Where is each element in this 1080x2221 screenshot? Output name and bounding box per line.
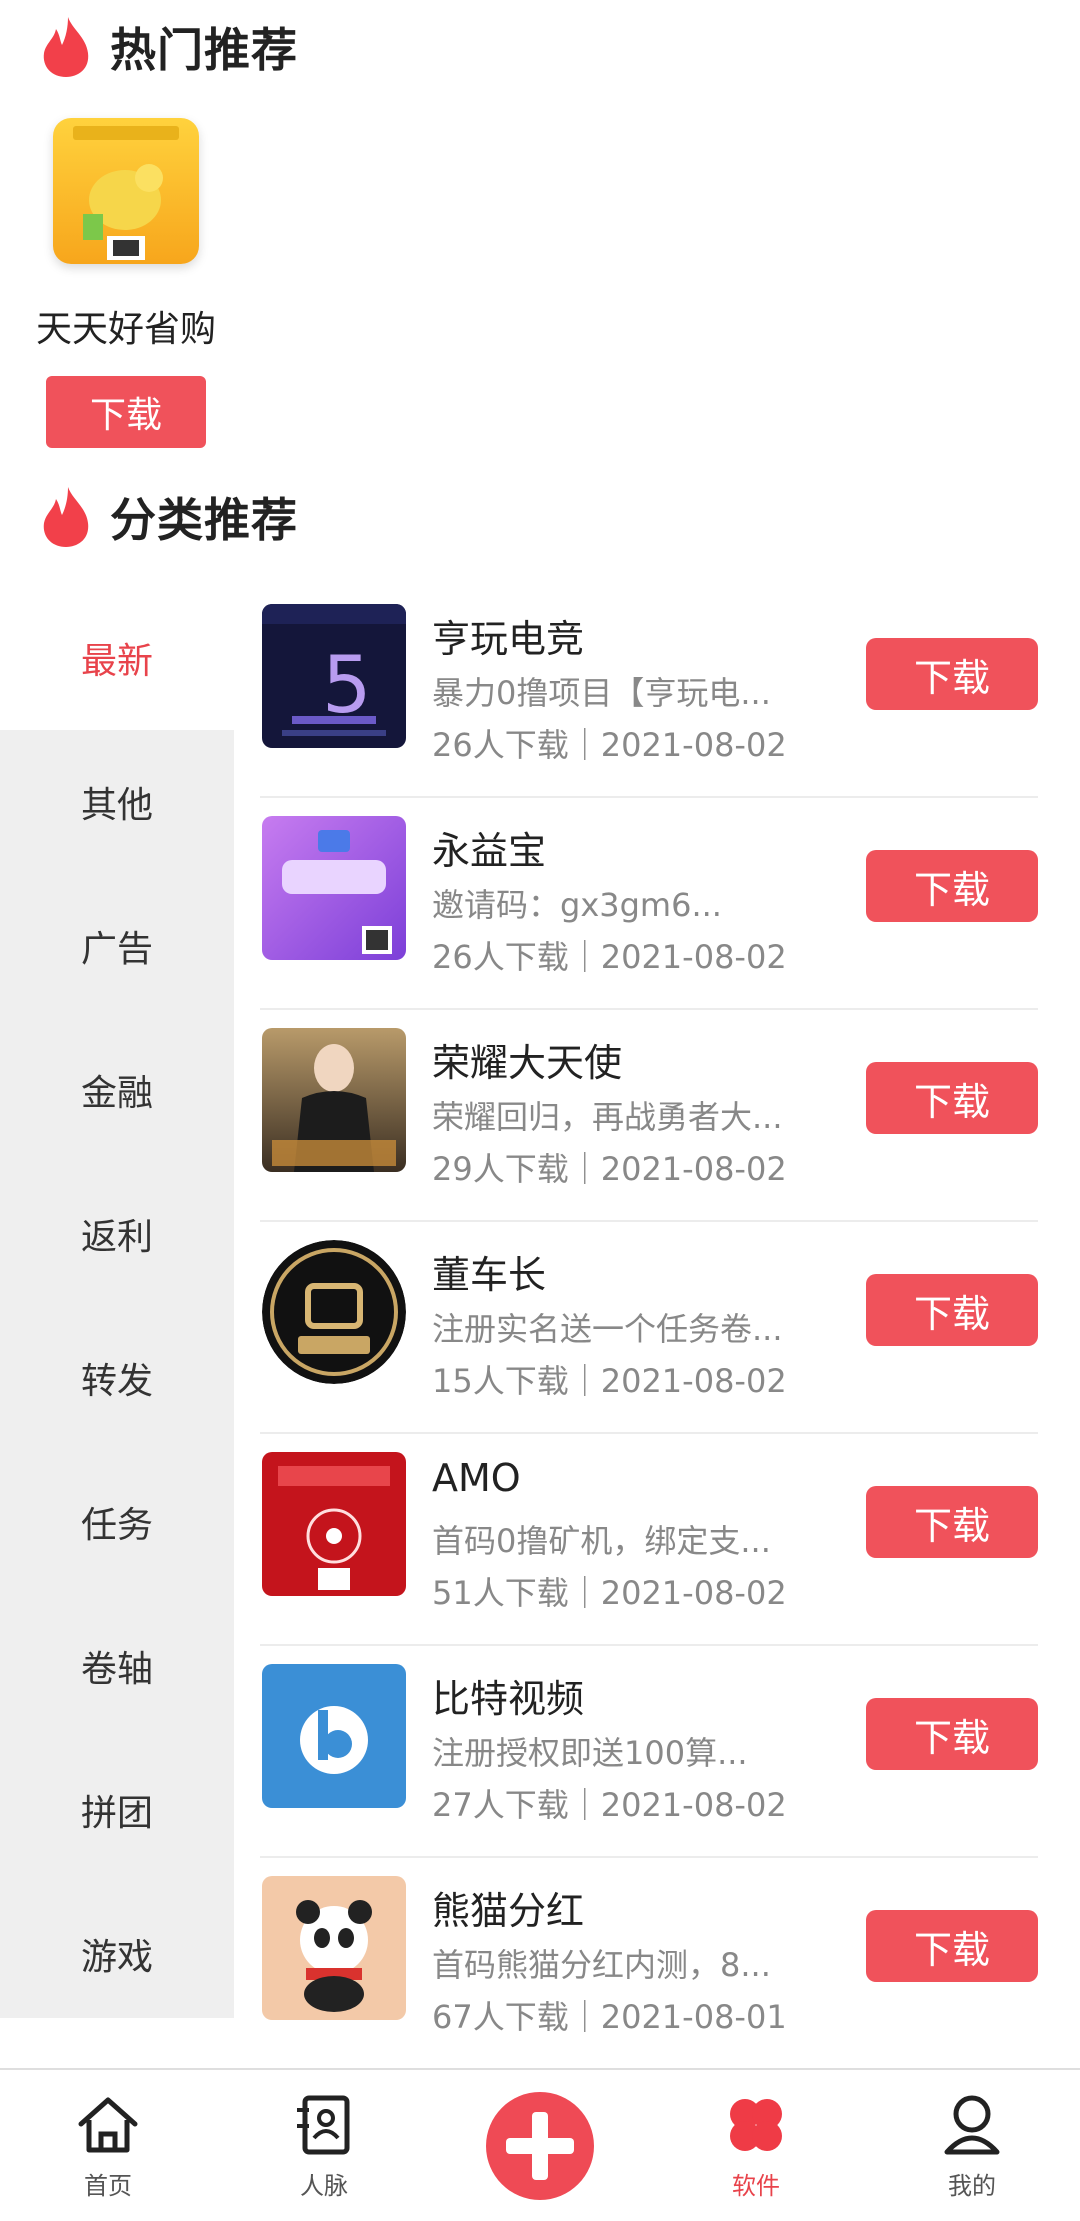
tab-home-label: 首页 <box>84 2172 132 2200</box>
app-icon[interactable] <box>262 1664 406 1808</box>
app-meta: 51人下载｜2021-08-02 <box>432 1574 787 1612</box>
clover-icon <box>730 2099 782 2151</box>
app-name: 永益宝 <box>432 829 547 873</box>
app-meta: 26人下载｜2021-08-02 <box>432 938 787 976</box>
download-button[interactable]: 下载 <box>866 638 1038 710</box>
category-sidebar: 最新 其他 广告 金融 返利 转发 任务 卷轴 拼团 游戏 <box>0 586 234 2018</box>
contacts-icon <box>297 2095 350 2155</box>
app-icon[interactable] <box>262 1452 406 1596</box>
tab-contacts[interactable]: 人脉 <box>216 2070 432 2221</box>
category-tab-games[interactable]: 游戏 <box>0 1882 234 2026</box>
app-meta: 15人下载｜2021-08-02 <box>432 1362 787 1400</box>
app-desc: 邀请码：gx3gm6... <box>432 886 722 924</box>
app-name: 熊猫分红 <box>432 1889 585 1933</box>
app-icon[interactable] <box>262 1028 406 1172</box>
category-tab-other[interactable]: 其他 <box>0 730 234 874</box>
category-tab-group-buy[interactable]: 拼团 <box>0 1738 234 1882</box>
download-button[interactable]: 下载 <box>866 1698 1038 1770</box>
category-section-title: 分类推荐 <box>110 493 298 547</box>
category-tab-latest[interactable]: 最新 <box>0 586 234 730</box>
category-tab-share[interactable]: 转发 <box>0 1306 234 1450</box>
tab-home[interactable]: 首页 <box>0 2070 216 2221</box>
tab-software-label: 软件 <box>732 2172 780 2200</box>
tab-mine-label: 我的 <box>948 2172 996 2200</box>
download-button[interactable]: 下载 <box>866 1274 1038 1346</box>
app-row[interactable]: 董车长 注册实名送一个任务卷... 15人下载｜2021-08-02 下载 <box>260 1222 1038 1434</box>
app-name: AMO <box>432 1456 521 1500</box>
app-icon[interactable] <box>262 816 406 960</box>
add-icon <box>506 2112 574 2180</box>
bottom-tab-bar: 首页 人脉 软件 我的 <box>0 2068 1080 2221</box>
app-meta: 26人下载｜2021-08-02 <box>432 726 787 764</box>
app-name: 荣耀大天使 <box>432 1041 623 1085</box>
app-icon[interactable] <box>262 1876 406 2020</box>
app-row[interactable]: 永益宝 邀请码：gx3gm6... 26人下载｜2021-08-02 下载 <box>260 798 1038 1010</box>
flame-icon <box>43 17 89 77</box>
category-tab-scroll[interactable]: 卷轴 <box>0 1594 234 1738</box>
app-name: 比特视频 <box>432 1677 585 1721</box>
flame-icon <box>43 487 89 547</box>
app-desc: 注册授权即送100算... <box>432 1734 748 1772</box>
app-icon[interactable]: 5 <box>262 604 406 748</box>
profile-icon <box>944 2095 1000 2155</box>
hot-app-download-button[interactable]: 下载 <box>46 376 206 448</box>
app-desc: 注册实名送一个任务卷... <box>432 1310 783 1348</box>
app-desc: 暴力0撸项目【亨玩电... <box>432 674 771 712</box>
download-button[interactable]: 下载 <box>866 1910 1038 1982</box>
category-tab-rebate[interactable]: 返利 <box>0 1162 234 1306</box>
tab-software[interactable]: 软件 <box>648 2070 864 2221</box>
app-name: 董车长 <box>432 1253 547 1297</box>
hot-app-icon[interactable] <box>53 118 199 264</box>
app-name: 亨玩电竞 <box>432 617 585 661</box>
hot-app-card[interactable]: 天天好省购 下载 <box>28 118 224 448</box>
hot-app-name: 天天好省购 <box>35 309 216 350</box>
app-row[interactable]: 5 亨玩电竞 暴力0撸项目【亨玩电... 26人下载｜2021-08-02 下载 <box>260 586 1038 798</box>
app-row[interactable]: 荣耀大天使 荣耀回归，再战勇者大... 29人下载｜2021-08-02 下载 <box>260 1010 1038 1222</box>
app-desc: 首码0撸矿机，绑定支... <box>432 1522 771 1560</box>
app-row[interactable]: 熊猫分红 首码熊猫分红内测，8... 67人下载｜2021-08-01 下载 <box>260 1858 1038 2070</box>
download-button[interactable]: 下载 <box>866 1486 1038 1558</box>
download-button[interactable]: 下载 <box>866 1062 1038 1134</box>
download-button[interactable]: 下载 <box>866 850 1038 922</box>
tab-contacts-label: 人脉 <box>300 2172 348 2200</box>
app-row[interactable]: AMO 首码0撸矿机，绑定支... 51人下载｜2021-08-02 下载 <box>260 1434 1038 1646</box>
tab-mine[interactable]: 我的 <box>864 2070 1080 2221</box>
app-icon[interactable] <box>262 1240 406 1384</box>
category-tab-finance[interactable]: 金融 <box>0 1018 234 1162</box>
category-tab-ads[interactable]: 广告 <box>0 874 234 1018</box>
app-desc: 首码熊猫分红内测，8... <box>432 1946 771 1984</box>
category-tab-task[interactable]: 任务 <box>0 1450 234 1594</box>
app-desc: 荣耀回归，再战勇者大... <box>432 1098 783 1136</box>
category-section-header: 分类推荐 <box>38 484 298 550</box>
hot-section-header: 热门推荐 <box>38 14 298 80</box>
app-meta: 27人下载｜2021-08-02 <box>432 1786 787 1824</box>
app-meta: 29人下载｜2021-08-02 <box>432 1150 787 1188</box>
app-row[interactable]: 比特视频 注册授权即送100算... 27人下载｜2021-08-02 下载 <box>260 1646 1038 1858</box>
hot-section-title: 热门推荐 <box>110 23 298 77</box>
app-meta: 67人下载｜2021-08-01 <box>432 1998 787 2036</box>
home-icon <box>78 2097 138 2153</box>
center-add-button[interactable] <box>486 2092 594 2200</box>
